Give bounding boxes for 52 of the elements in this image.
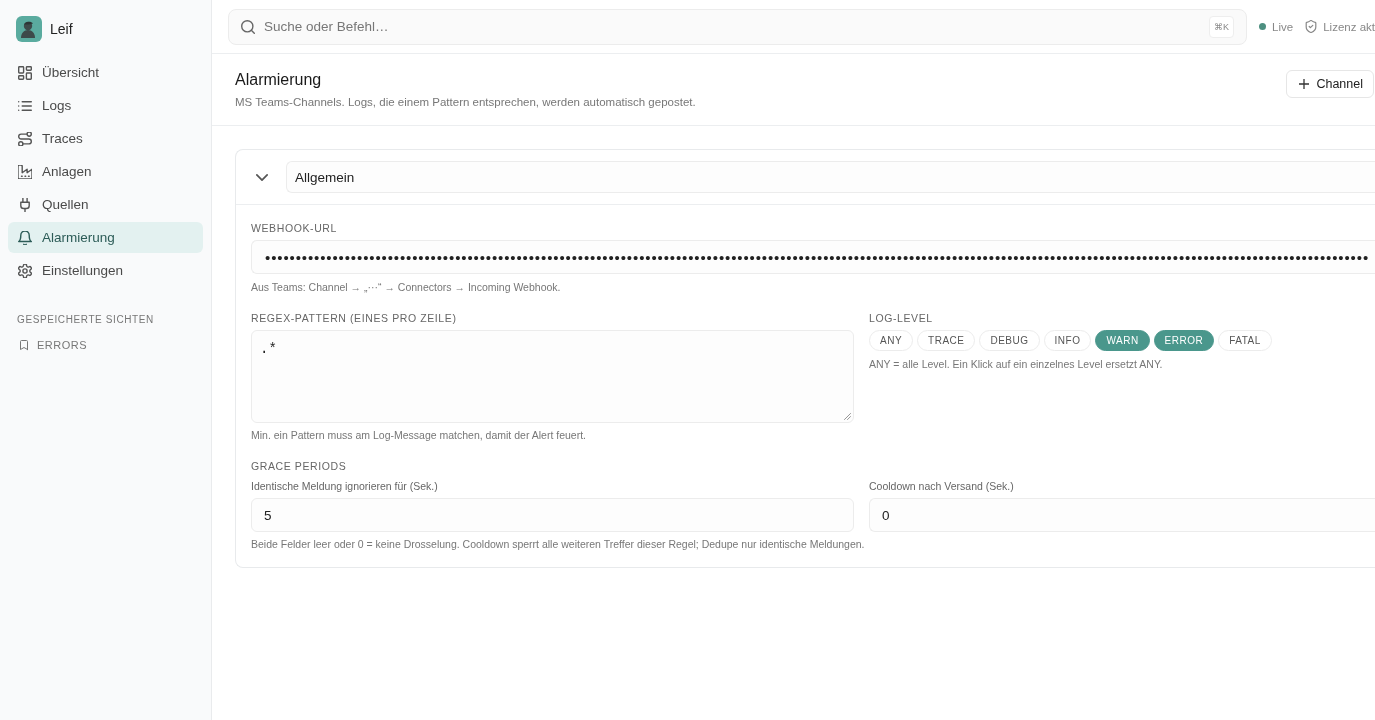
plug-icon	[18, 197, 32, 212]
shield-check-icon	[1305, 20, 1318, 33]
list-icon	[18, 98, 32, 113]
nav-item[interactable]: Übersicht	[8, 57, 203, 88]
log-level-chip[interactable]: INFO	[1043, 330, 1092, 351]
field-label: Identische Meldung ignorieren für (Sek.)	[251, 479, 439, 493]
status-label: Live	[1272, 20, 1294, 33]
nav-item[interactable]: Alarmierung	[8, 222, 203, 253]
status-dot-icon	[1259, 23, 1267, 30]
grid-icon	[18, 65, 32, 80]
nav-item[interactable]: Traces	[8, 123, 203, 154]
name-field[interactable]: Allgemein	[286, 161, 1375, 193]
field-label: WEBHOOK-URL	[251, 221, 338, 235]
pattern-field[interactable]: .*	[251, 330, 854, 423]
field-hint: Min. ein Pattern muss am Log-Message matchen, damit der Alert feuert.	[251, 428, 587, 442]
page-subtitle: MS Teams-Channels. Logs, die einem Pattern entsprechen, werden automatisch gepostet.	[235, 95, 696, 110]
nav-item[interactable]: Quellen	[8, 189, 203, 220]
field-label: REGEX-PATTERN (EINES PRO ZEILE)	[251, 311, 458, 325]
license-status: Lizenz akt	[1323, 20, 1375, 33]
section-heading: GESPEICHERTE SICHTEN	[17, 313, 155, 327]
factory-icon	[18, 164, 32, 179]
nav-item[interactable]: Einstellungen	[8, 255, 203, 286]
page-title: Alarmierung	[235, 70, 323, 90]
add-channel-button[interactable]: Channel	[1286, 70, 1374, 98]
field-label: Cooldown nach Versand (Sek.)	[869, 479, 1015, 493]
field-hint: Beide Felder leer oder 0 = keine Drosselung. Cooldown sperrt alle weiteren Treffer dieser Regel; Dedupe nur identische Meldungen.	[251, 537, 866, 551]
log-level-chip[interactable]: ANY	[869, 330, 914, 351]
number-field[interactable]: 5	[251, 498, 854, 532]
keyboard-shortcut: ⌘K	[1209, 15, 1235, 38]
number-field[interactable]: 0	[869, 498, 1375, 532]
chevron-icon[interactable]	[256, 173, 268, 181]
route-icon	[18, 131, 32, 146]
webhook-url-field[interactable]: ••••••••••••••••••••••••••••••••••••••••••••••••••••••••••••••••••••••••••••••••••••••••••••••••••••••••••••••••••••••••••••••••••••••••••••••••••••••••••••••••••••••••••••••••••••	[251, 240, 1375, 274]
brand-name: Leif	[50, 21, 73, 37]
section-label: GRACE PERIODS	[251, 459, 348, 473]
search-field[interactable]: Suche oder Befehl… ⌘K	[228, 8, 1248, 45]
plus-icon	[1299, 79, 1310, 89]
bell-icon	[18, 230, 32, 245]
nav-item[interactable]: Anlagen	[8, 156, 203, 187]
log-level-chip[interactable]: TRACE	[917, 330, 976, 351]
resize-grip-icon[interactable]	[844, 413, 851, 420]
settings-icon	[18, 263, 32, 278]
field-hint: ANY = alle Level. Ein Klick auf ein einzelnes Level ersetzt ANY.	[869, 357, 1164, 371]
nav-item[interactable]: Logs	[8, 90, 203, 121]
search-icon	[241, 19, 255, 34]
bookmark-icon	[19, 339, 29, 351]
field-hint: Aus Teams: Channel → „···“ → Connectors → Incoming Webhook.	[251, 280, 562, 294]
log-level-chip[interactable]: FATAL	[1218, 330, 1272, 351]
saved-view-item[interactable]: ERRORS	[8, 337, 88, 353]
log-level-chip[interactable]: DEBUG	[979, 330, 1040, 351]
field-label: LOG-LEVEL	[869, 311, 934, 325]
logo-icon	[16, 16, 42, 42]
